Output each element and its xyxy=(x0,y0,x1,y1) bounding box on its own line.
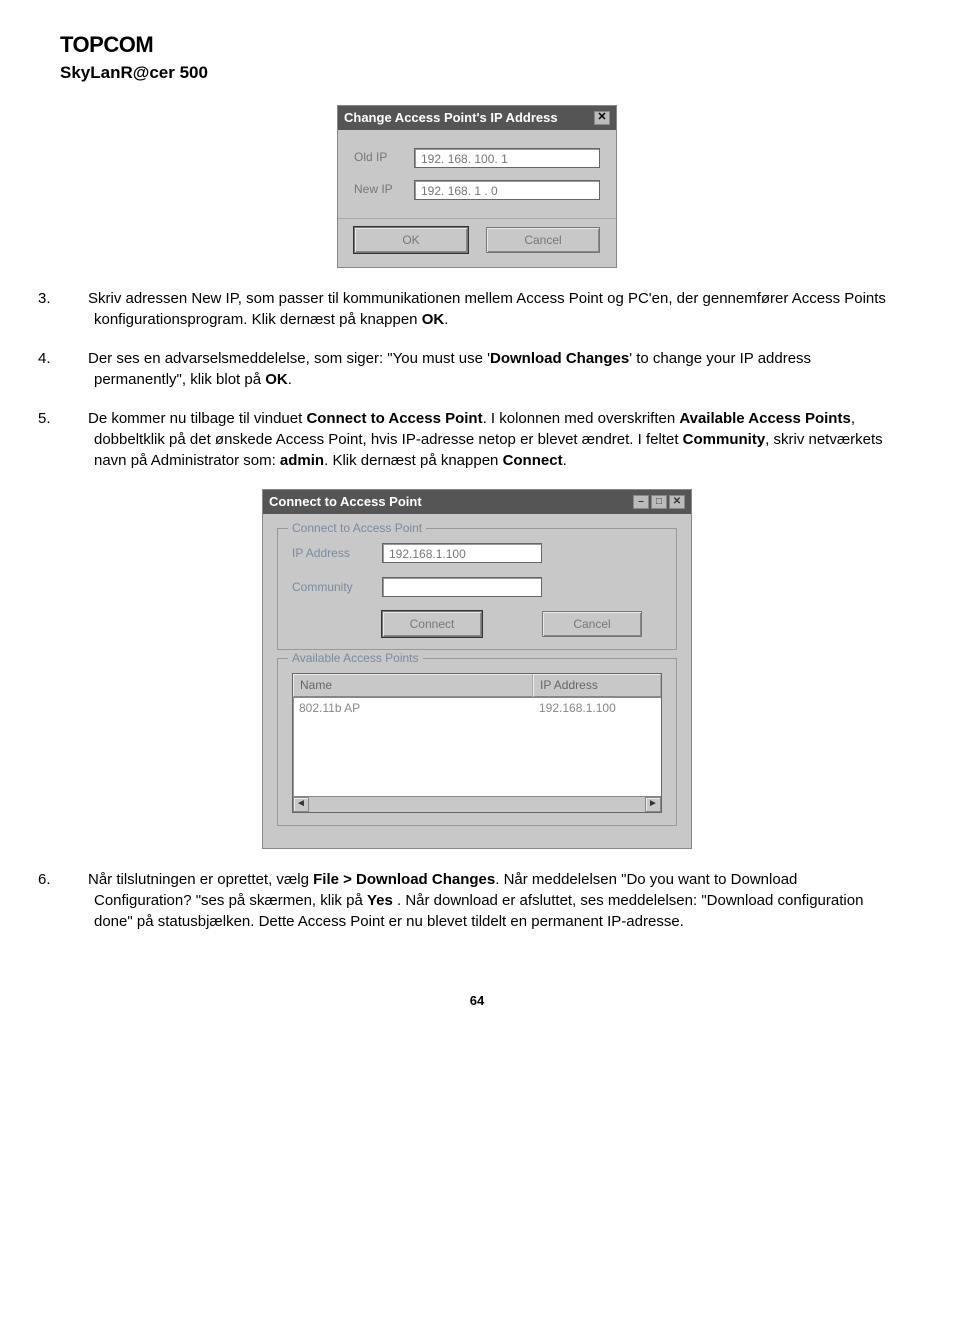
dialog-connect-ap: Connect to Access Point – □ ✕ Connect to… xyxy=(262,489,692,849)
group-available: Available Access Points Name IP Address … xyxy=(277,658,677,826)
col-name[interactable]: Name xyxy=(293,674,533,697)
cancel-button[interactable]: Cancel xyxy=(542,611,642,637)
scroll-right-icon[interactable]: ► xyxy=(645,797,661,812)
step-6: 6.Når tilslutningen er oprettet, vælg Fi… xyxy=(80,869,894,932)
scroll-left-icon[interactable]: ◄ xyxy=(293,797,309,812)
dialog1-title: Change Access Point's IP Address xyxy=(344,109,558,127)
new-ip-label: New IP xyxy=(354,181,414,198)
connect-button[interactable]: Connect xyxy=(382,611,482,637)
page-number: 64 xyxy=(60,992,894,1010)
brand-sub: SkyLanR@cer 500 xyxy=(60,61,894,85)
horizontal-scrollbar[interactable]: ◄ ► xyxy=(293,796,661,812)
step-4-num: 4. xyxy=(66,348,88,369)
group-available-legend: Available Access Points xyxy=(288,650,423,667)
ok-button[interactable]: OK xyxy=(354,227,468,253)
old-ip-input[interactable]: 192. 168. 100. 1 xyxy=(414,148,600,168)
ap-list[interactable]: Name IP Address 802.11b AP 192.168.1.100… xyxy=(292,673,662,813)
ip-address-label: IP Address xyxy=(292,545,382,562)
step-5: 5.De kommer nu tilbage til vinduet Conne… xyxy=(80,408,894,471)
close-icon[interactable]: ✕ xyxy=(594,111,610,125)
step-3-num: 3. xyxy=(66,288,88,309)
group-connect: Connect to Access Point IP Address 192.1… xyxy=(277,528,677,650)
dialog-change-ip: Change Access Point's IP Address ✕ Old I… xyxy=(337,105,617,268)
ip-address-input[interactable]: 192.168.1.100 xyxy=(382,543,542,563)
step-4: 4.Der ses en advarselsmeddelelse, som si… xyxy=(80,348,894,390)
row-name: 802.11b AP xyxy=(293,698,533,719)
dialog1-titlebar: Change Access Point's IP Address ✕ xyxy=(338,106,616,130)
brand-top: TOPCOM xyxy=(60,30,894,61)
dialog2-titlebar: Connect to Access Point – □ ✕ xyxy=(263,490,691,514)
maximize-icon[interactable]: □ xyxy=(651,495,667,509)
brand-block: TOPCOM SkyLanR@cer 500 xyxy=(60,30,894,85)
step-6-num: 6. xyxy=(66,869,88,890)
group-connect-legend: Connect to Access Point xyxy=(288,520,426,537)
list-header: Name IP Address xyxy=(293,674,661,698)
step-3: 3.Skriv adressen New IP, som passer til … xyxy=(80,288,894,330)
cancel-button[interactable]: Cancel xyxy=(486,227,600,253)
community-label: Community xyxy=(292,579,382,596)
list-item[interactable]: 802.11b AP 192.168.1.100 xyxy=(293,698,661,719)
step-5-num: 5. xyxy=(66,408,88,429)
community-input[interactable] xyxy=(382,577,542,597)
old-ip-label: Old IP xyxy=(354,149,414,166)
new-ip-input[interactable]: 192. 168. 1 . 0 xyxy=(414,180,600,200)
dialog2-title: Connect to Access Point xyxy=(269,493,422,511)
row-ip: 192.168.1.100 xyxy=(533,698,661,719)
close-icon[interactable]: ✕ xyxy=(669,495,685,509)
minimize-icon[interactable]: – xyxy=(633,495,649,509)
col-ip[interactable]: IP Address xyxy=(533,674,661,697)
